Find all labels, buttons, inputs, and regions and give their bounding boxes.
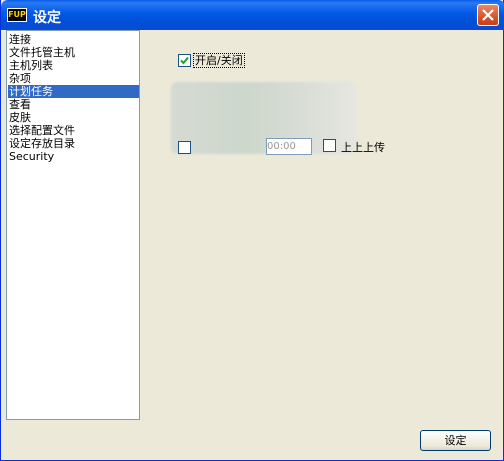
enable-checkbox[interactable] [178, 54, 191, 67]
enable-label[interactable]: 开启/关闭 [193, 53, 245, 68]
settings-window: FUP 设定 连接 文件托管主机 主机列表 杂项 计划任务 查看 皮肤 选择配置… [0, 0, 504, 461]
nav-item-storage-dir[interactable]: 设定存放目录 [8, 137, 139, 150]
nav-item-file-host[interactable]: 文件托管主机 [8, 46, 139, 59]
nav-item-security[interactable]: Security [8, 150, 139, 163]
close-icon [482, 9, 494, 21]
nav-item-select-profile[interactable]: 选择配置文件 [8, 124, 139, 137]
nav-item-connect[interactable]: 连接 [8, 33, 139, 46]
nav-item-scheduled-tasks[interactable]: 计划任务 [8, 85, 139, 98]
upload-label: 上上上传 [341, 141, 385, 154]
settings-nav-list[interactable]: 连接 文件托管主机 主机列表 杂项 计划任务 查看 皮肤 选择配置文件 设定存放… [6, 30, 140, 420]
nav-item-view[interactable]: 查看 [8, 98, 139, 111]
app-icon: FUP [7, 8, 27, 22]
set-button[interactable]: 设定 [420, 430, 491, 451]
check-icon [180, 56, 189, 65]
nav-item-misc[interactable]: 杂项 [8, 72, 139, 85]
title-bar: FUP 设定 [1, 0, 504, 30]
daily-checkbox[interactable] [178, 141, 191, 154]
nav-item-skin[interactable]: 皮肤 [8, 111, 139, 124]
window-title: 设定 [33, 10, 61, 26]
close-button[interactable] [477, 4, 499, 26]
time-input[interactable]: 00:00 [266, 138, 312, 155]
nav-item-host-list[interactable]: 主机列表 [8, 59, 139, 72]
upload-checkbox[interactable] [323, 139, 336, 152]
